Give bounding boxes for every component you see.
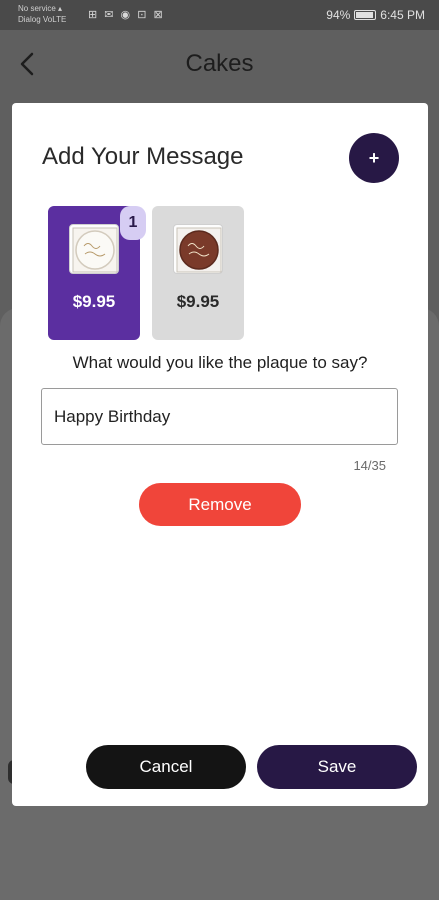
char-counter: 14/35 bbox=[353, 458, 386, 473]
option-price: $9.95 bbox=[176, 292, 220, 311]
clock: 6:45 PM bbox=[380, 8, 425, 22]
page-title: Cakes bbox=[185, 50, 254, 77]
notification-icons: ⊞ ✉ ◉ ⊡ ⊠ bbox=[88, 9, 165, 21]
plaque-option-chocolate[interactable]: $9.95 bbox=[152, 206, 244, 340]
app-header: Cakes bbox=[0, 30, 439, 100]
quantity-badge: 1 bbox=[120, 206, 146, 240]
plaque-message-input[interactable] bbox=[41, 388, 398, 445]
battery-percent: 94% bbox=[326, 8, 351, 22]
status-bar: No service ▴ Dialog VoLTE ⊞ ✉ ◉ ⊡ ⊠ 94% 6… bbox=[0, 0, 439, 30]
carrier-line1: No service ▴ bbox=[18, 4, 63, 13]
carrier-line2: Dialog VoLTE bbox=[18, 15, 67, 24]
plaque-question: What would you like the plaque to say? bbox=[72, 353, 368, 372]
remove-button[interactable]: Remove bbox=[139, 483, 301, 526]
white-plaque-image bbox=[69, 224, 119, 274]
carrier-info: No service ▴ Dialog VoLTE bbox=[18, 3, 66, 25]
option-price: $9.95 bbox=[72, 292, 116, 311]
cancel-button[interactable]: Cancel bbox=[86, 745, 246, 789]
chocolate-plaque-image bbox=[173, 224, 223, 274]
battery-icon bbox=[354, 10, 377, 20]
add-message-modal: Add Your Message + $9.95 1 $9.95 What wo… bbox=[12, 103, 428, 806]
add-message-button[interactable]: + bbox=[349, 133, 399, 183]
status-right: 94% 6:45 PM bbox=[326, 8, 425, 22]
save-button[interactable]: Save bbox=[257, 745, 417, 789]
modal-title: Add Your Message bbox=[42, 143, 244, 170]
